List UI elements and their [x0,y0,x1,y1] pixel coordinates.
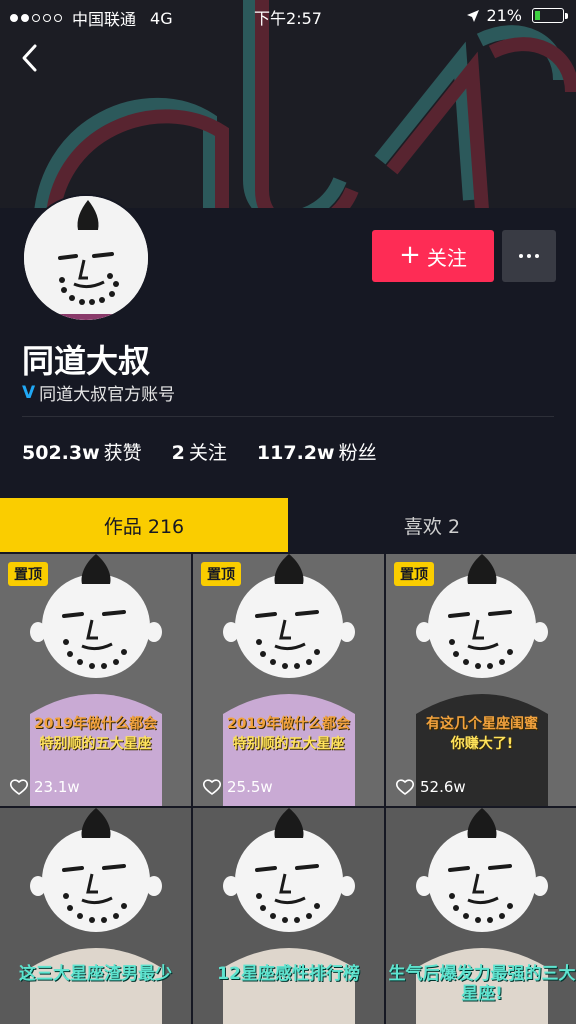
stat-fans-num: 117.2w [256,442,335,464]
follow-button[interactable]: + 关注 [372,230,494,282]
video-caption: 12星座感性排行榜 [217,964,360,984]
tab-likes[interactable]: 喜欢 2 [288,498,576,552]
pinned-badge: 置顶 [201,562,241,586]
video-caption: 这三大星座渣男最少 [19,964,172,984]
heart-icon [396,779,414,795]
video-thumbnail-image [193,554,384,806]
pinned-badge: 置顶 [394,562,434,586]
stat-following[interactable]: 2 关注 [172,438,227,465]
video-thumbnail-image [0,808,191,1024]
video-thumbnail-image [193,808,384,1024]
video-thumbnail[interactable]: 生气后爆发力最强的三大星座! [386,808,576,1024]
verified-v-icon: V [22,382,36,403]
video-likes-count: 23.1w [34,778,80,796]
video-caption-line2: 特别顺的五大星座 [232,736,345,752]
profile-stats: 502.3w 获赞 2 关注 117.2w 粉丝 [22,438,377,465]
video-thumbnail[interactable]: 置顶 2019年做什么都会 特别顺的五大星座 25.5w [193,554,384,806]
video-grid: 置顶 2019年做什么都会 特别顺的五大星座 23.1w 置顶 2019年做什么都会 特别顺… [0,554,576,1024]
video-likes: 23.1w [10,778,80,796]
stat-following-label: 关注 [188,442,227,464]
stat-fans[interactable]: 117.2w 粉丝 [257,438,377,465]
stat-likes-label: 获赞 [103,442,142,464]
video-thumbnail[interactable]: 这三大星座渣男最少 [0,808,191,1024]
video-likes-count: 25.5w [227,778,273,796]
divider [22,416,554,417]
video-thumbnail[interactable]: 置顶有这几个星座闺蜜 你赚大了! 52.6w [386,554,576,806]
stat-likes[interactable]: 502.3w 获赞 [22,438,142,465]
stat-likes-num: 502.3w [22,442,100,464]
video-thumbnail[interactable]: 12星座感性排行榜 [193,808,384,1024]
video-thumbnail-image [0,554,191,806]
follow-button-label: 关注 [426,245,467,270]
video-likes-count: 52.6w [420,778,466,796]
video-thumbnail[interactable]: 置顶 2019年做什么都会 特别顺的五大星座 23.1w [0,554,191,806]
ellipsis-icon [519,254,523,258]
tab-works[interactable]: 作品 216 [0,498,288,552]
heart-icon [10,779,28,795]
avatar-image [24,196,148,320]
verified-text: 同道大叔官方账号 [39,385,176,405]
video-caption: 生气后爆发力最强的三大星座! [388,964,576,1004]
video-caption-line1: 有这几个星座闺蜜 [426,716,538,732]
stat-fans-label: 粉丝 [338,442,377,464]
video-likes: 52.6w [396,778,466,796]
banner-logo-art [34,0,576,208]
video-caption: 2019年做什么都会 特别顺的五大星座 [193,714,384,754]
location-arrow-icon [467,9,480,22]
video-caption-line1: 2019年做什么都会 [227,716,350,732]
status-bar: 中国联通 4G 下午2:57 21% [0,0,576,30]
profile-tabs: 作品 216 喜欢 2 [0,498,576,552]
video-caption-line2: 你赚大了! [450,736,514,752]
stat-following-num: 2 [171,442,185,464]
video-caption-line1: 2019年做什么都会 [34,716,157,732]
profile-banner [0,0,576,208]
video-caption: 有这几个星座闺蜜 你赚大了! [386,714,576,754]
plus-icon: + [399,240,421,270]
pinned-badge: 置顶 [8,562,48,586]
battery-percent: 21% [486,6,522,25]
avatar[interactable] [22,194,150,322]
more-options-button[interactable] [502,230,556,282]
battery-icon [532,8,568,23]
video-thumbnail-image [386,554,576,806]
video-caption: 2019年做什么都会 特别顺的五大星座 [0,714,191,754]
chevron-left-icon[interactable] [16,42,44,74]
profile-section: + 关注 同道大叔 V 同道大叔官方账号 502.3w 获赞 2 关注 117.2w… [0,194,576,498]
verified-badge: V 同道大叔官方账号 [22,380,176,406]
profile-name: 同道大叔 [22,342,151,380]
heart-icon [203,779,221,795]
video-caption-line2: 特别顺的五大星座 [39,736,152,752]
video-likes: 25.5w [203,778,273,796]
